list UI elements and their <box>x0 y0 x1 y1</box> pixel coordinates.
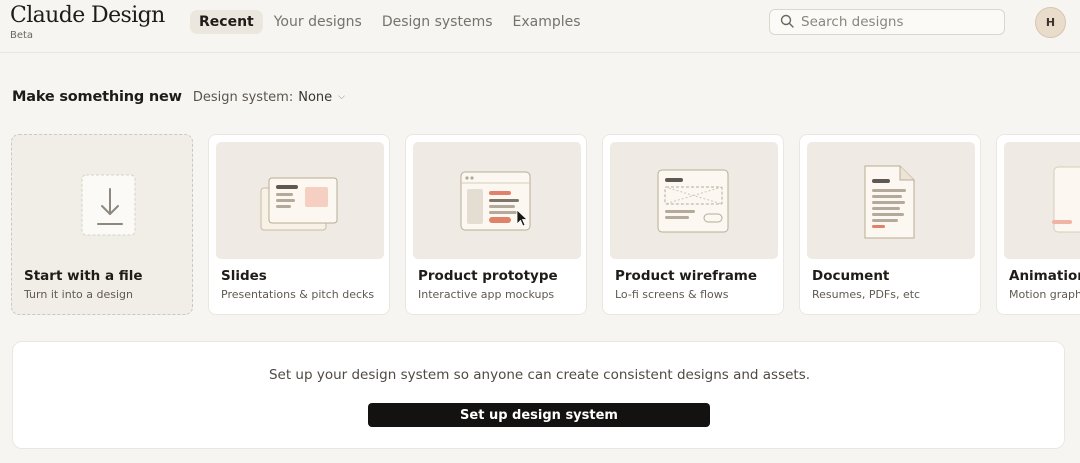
card-subtitle: Turn it into a design <box>24 288 133 301</box>
wireframe-illustration <box>657 169 729 233</box>
card-title: Animation <box>1009 268 1080 284</box>
card-subtitle: Resumes, PDFs, etc <box>812 288 921 301</box>
card-title: Start with a file <box>24 268 143 284</box>
card-thumbnail <box>610 142 778 259</box>
beta-badge: Beta <box>10 30 34 41</box>
make-something-header: Make something new Design system: None ⌵ <box>12 89 345 105</box>
brand-title: Claude Design <box>10 3 165 28</box>
animation-illustration <box>1052 166 1080 233</box>
chevron-down-icon: ⌵ <box>338 92 345 102</box>
design-system-label: Design system: <box>192 89 294 105</box>
card-thumbnail <box>1004 142 1080 259</box>
document-illustration <box>864 165 915 239</box>
card-document[interactable]: Document Resumes, PDFs, etc <box>799 134 981 315</box>
search-box[interactable] <box>769 9 1005 35</box>
card-thumbnail <box>413 142 581 259</box>
card-thumbnail <box>216 142 384 259</box>
section-title: Make something new <box>12 89 182 105</box>
slides-illustration <box>260 177 338 231</box>
prototype-illustration <box>460 171 531 231</box>
card-slides[interactable]: Slides Presentations & pitch decks <box>208 134 390 315</box>
main-nav: Recent Your designs Design systems Examp… <box>190 10 590 34</box>
card-subtitle: Interactive app mockups <box>418 288 555 301</box>
search-icon <box>780 13 794 32</box>
tab-recent[interactable]: Recent <box>190 10 263 34</box>
card-title: Product prototype <box>418 268 558 284</box>
design-system-dropdown[interactable]: Design system: None ⌵ <box>193 90 345 105</box>
card-start-with-file[interactable]: Start with a file Turn it into a design <box>11 134 193 315</box>
card-subtitle: Lo-fi screens & flows <box>615 288 729 301</box>
user-avatar[interactable]: H <box>1035 7 1066 38</box>
brand[interactable]: Claude Design Beta <box>10 3 165 42</box>
card-animation[interactable]: Animation Motion graphics <box>996 134 1080 315</box>
tab-design-systems[interactable]: Design systems <box>373 10 502 34</box>
card-product-prototype[interactable]: Product prototype Interactive app mockup… <box>405 134 587 315</box>
card-title: Document <box>812 268 890 284</box>
tab-your-designs[interactable]: Your designs <box>265 10 371 34</box>
setup-message: Set up your design system so anyone can … <box>268 367 811 383</box>
card-thumbnail <box>807 142 975 259</box>
design-system-value: None <box>298 89 333 105</box>
top-bar: Claude Design Beta Recent Your designs D… <box>0 0 1080 53</box>
card-title: Slides <box>221 268 267 284</box>
card-thumbnail <box>19 142 187 259</box>
upload-icon <box>81 174 136 236</box>
card-product-wireframe[interactable]: Product wireframe Lo-fi screens & flows <box>602 134 784 315</box>
search-input[interactable] <box>801 14 991 30</box>
template-cards: Start with a file Turn it into a design … <box>0 134 1080 316</box>
card-title: Product wireframe <box>615 268 758 284</box>
design-system-setup-panel: Set up your design system so anyone can … <box>12 341 1065 449</box>
card-subtitle: Presentations & pitch decks <box>221 288 375 301</box>
tab-examples[interactable]: Examples <box>504 10 590 34</box>
card-subtitle: Motion graphics <box>1009 288 1080 301</box>
setup-design-system-button[interactable]: Set up design system <box>368 403 710 427</box>
